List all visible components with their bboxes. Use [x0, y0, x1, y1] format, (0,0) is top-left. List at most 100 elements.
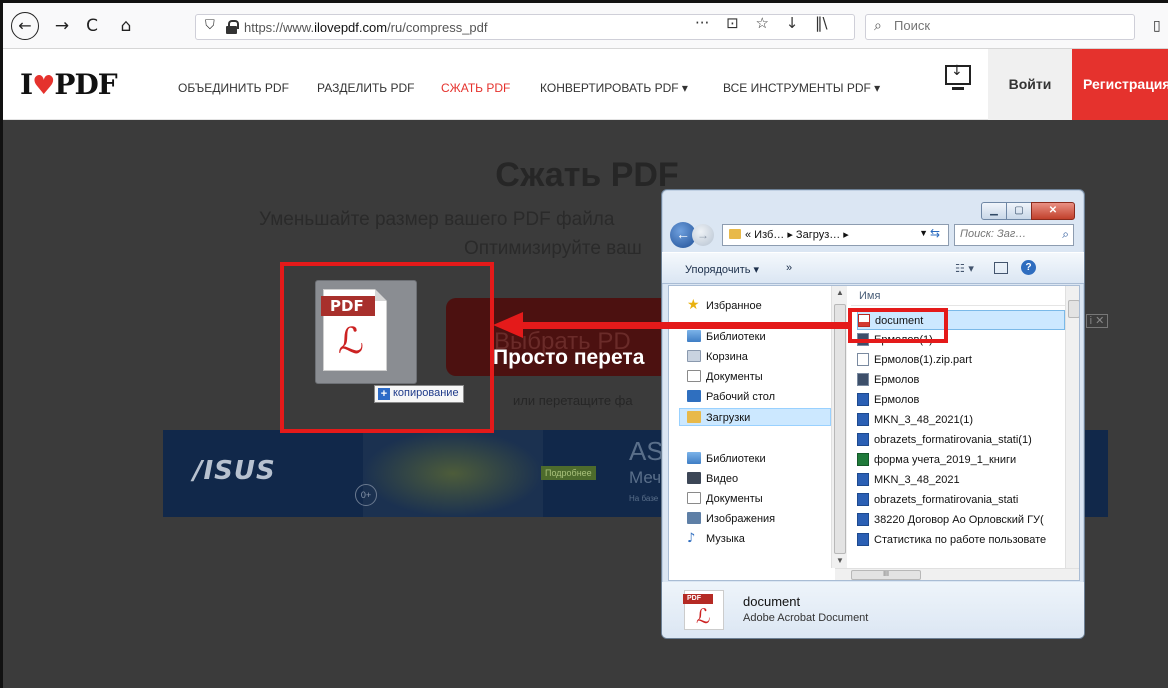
file-item[interactable]: форма учета_2019_1_книги [857, 450, 1065, 470]
library-icon[interactable]: ‖\ [815, 14, 828, 32]
browser-search-box[interactable]: ⌕ [865, 14, 1135, 40]
close-button[interactable]: ✕ [1031, 202, 1075, 220]
file-item[interactable]: Статистика по работе пользовате [857, 530, 1065, 550]
acrobat-icon: ℒ [696, 604, 711, 628]
ad-title: AS [629, 436, 664, 466]
download-icon[interactable]: ↓ [786, 14, 799, 32]
pdf-label: PDF [683, 594, 713, 604]
video-icon [687, 472, 701, 484]
page-subtitle-line2: Оптимизируйте ваш [464, 238, 642, 259]
explorer-search-box[interactable]: ⌕ [954, 224, 1074, 246]
url-actions: ··· ⊡ ☆ ↓ ‖\ [695, 14, 840, 32]
blank-file-icon [857, 353, 869, 366]
word-file-icon [857, 513, 869, 526]
app-file-icon [857, 373, 869, 386]
search-icon: ⌕ [1062, 227, 1069, 241]
file-item[interactable]: Ермолов [857, 370, 1065, 390]
preview-pane-icon[interactable] [994, 262, 1008, 274]
pocket-icon[interactable]: ⊡ [726, 14, 739, 32]
nav-all-tools[interactable]: ВСЕ ИНСТРУМЕНТЫ PDF ▾ [723, 81, 880, 95]
desktop-icon [687, 390, 701, 402]
tree-item-desktop[interactable]: Рабочий стол [687, 388, 775, 406]
tree-item-video[interactable]: Видео [687, 470, 738, 488]
register-button[interactable]: Регистрация [1072, 49, 1168, 120]
drag-arrow-head-icon [493, 312, 523, 338]
file-item[interactable]: MKN_3_48_2021(1) [857, 410, 1065, 430]
music-icon: ♪ [687, 531, 696, 546]
browser-search-input[interactable] [894, 18, 1114, 33]
pdf-file-icon: PDF ℒ [683, 590, 724, 630]
minimize-button[interactable]: ▁ [981, 202, 1007, 220]
tree-item-libraries[interactable]: Библиотеки [687, 328, 766, 346]
view-options-icon[interactable]: ☷ ▾ [955, 262, 974, 275]
overflow-icon[interactable]: ▯ [1153, 17, 1161, 34]
organize-menu[interactable]: Упорядочить ▾ [685, 263, 759, 276]
nav-compress-pdf[interactable]: СЖАТЬ PDF [441, 81, 510, 95]
tree-item-recycle-bin[interactable]: Корзина [687, 348, 748, 366]
detail-file-type: Adobe Acrobat Document [743, 612, 869, 624]
refresh-icon[interactable]: ⇆ [930, 226, 940, 240]
chevron-down-icon[interactable]: ▼ [919, 228, 928, 238]
file-item[interactable]: 38220 Договор Ао Орловский ГУ( [857, 510, 1065, 530]
ad-close-icon[interactable]: i ✕ [1086, 314, 1108, 328]
nav-convert-pdf[interactable]: КОНВЕРТИРОВАТЬ PDF ▾ [540, 81, 688, 95]
bookmark-star-icon[interactable]: ☆ [755, 14, 768, 32]
file-item[interactable]: MKN_3_48_2021 [857, 470, 1065, 490]
login-button[interactable]: Войти [988, 49, 1072, 120]
highlight-drop-target [280, 262, 494, 433]
images-icon [687, 512, 701, 524]
explorer-address-bar[interactable]: « Изб… ▸ Загруз… ▸ ▼ [722, 224, 949, 246]
word-file-icon [857, 533, 869, 546]
tree-item-downloads[interactable]: Загрузки [679, 408, 831, 426]
explorer-forward-icon[interactable]: → [692, 224, 714, 246]
highlight-source-file [848, 308, 948, 343]
document-icon [687, 492, 701, 504]
explorer-search-input[interactable] [960, 228, 1050, 240]
file-list-scrollbar[interactable] [1065, 286, 1079, 568]
tree-item-documents-2[interactable]: Документы [687, 490, 763, 508]
horizontal-scrollbar[interactable]: III [835, 568, 1079, 580]
screenshot-frame: ← → C ⌂ ⛉ https://www.ilovepdf.com/ru/co… [0, 0, 1168, 688]
url-text[interactable]: https://www.ilovepdf.com/ru/compress_pdf [244, 20, 488, 35]
tree-item-libraries-2[interactable]: Библиотеки [687, 450, 766, 468]
file-item[interactable]: Ермолов [857, 390, 1065, 410]
file-explorer-window: ▁ ▢ ✕ ← → « Изб… ▸ Загруз… ▸▼ ⇆ ⌕ Упоряд… [661, 189, 1085, 639]
word-file-icon [857, 433, 869, 446]
file-item[interactable]: obrazets_formatirovania_stati [857, 490, 1065, 510]
lock-icon[interactable] [226, 20, 239, 34]
details-pane: PDF ℒ document Adobe Acrobat Document [662, 582, 1084, 638]
folder-icon [729, 229, 741, 239]
home-icon[interactable]: ⌂ [113, 13, 139, 39]
help-icon[interactable]: ? [1021, 260, 1036, 275]
browser-toolbar: ← → C ⌂ ⛉ https://www.ilovepdf.com/ru/co… [3, 3, 1168, 49]
tree-item-music[interactable]: ♪ Музыка [687, 530, 745, 548]
star-icon: ★ [687, 297, 700, 313]
column-header-name[interactable]: Имя [851, 286, 1065, 306]
logo-text-right: PDF [54, 68, 117, 101]
word-file-icon [857, 393, 869, 406]
explorer-path: « Изб… ▸ Загруз… ▸ [745, 229, 849, 241]
nav-split-pdf[interactable]: РАЗДЕЛИТЬ PDF [317, 81, 415, 95]
tree-item-documents[interactable]: Документы [687, 368, 763, 386]
search-icon: ⌕ [874, 18, 882, 34]
file-item[interactable]: obrazets_formatirovania_stati(1) [857, 430, 1065, 450]
ilovepdf-logo[interactable]: I♥PDF [20, 68, 118, 101]
tree-item-images[interactable]: Изображения [687, 510, 775, 528]
ad-more-button[interactable]: Подробнее [541, 466, 596, 480]
forward-icon[interactable]: → [49, 13, 75, 39]
library-icon [687, 452, 701, 464]
word-file-icon [857, 413, 869, 426]
nav-merge-pdf[interactable]: ОБЪЕДИНИТЬ PDF [178, 81, 289, 95]
explorer-nav-bar: ← → « Изб… ▸ Загруз… ▸▼ ⇆ ⌕ [670, 222, 1078, 248]
library-icon [687, 330, 701, 342]
page-actions-icon[interactable]: ··· [695, 14, 709, 32]
desktop-app-icon[interactable]: ↓ [943, 63, 973, 95]
back-icon[interactable]: ← [11, 12, 39, 40]
tracking-shield-icon[interactable]: ⛉ [205, 18, 215, 33]
reload-icon[interactable]: C [79, 13, 105, 39]
file-item[interactable]: Ермолов(1).zip.part [857, 350, 1065, 370]
tree-item-favorites[interactable]: ★ Избранное [687, 296, 762, 314]
word-file-icon [857, 493, 869, 506]
toolbar-more-icon[interactable]: » [786, 262, 792, 274]
maximize-button[interactable]: ▢ [1006, 202, 1032, 220]
